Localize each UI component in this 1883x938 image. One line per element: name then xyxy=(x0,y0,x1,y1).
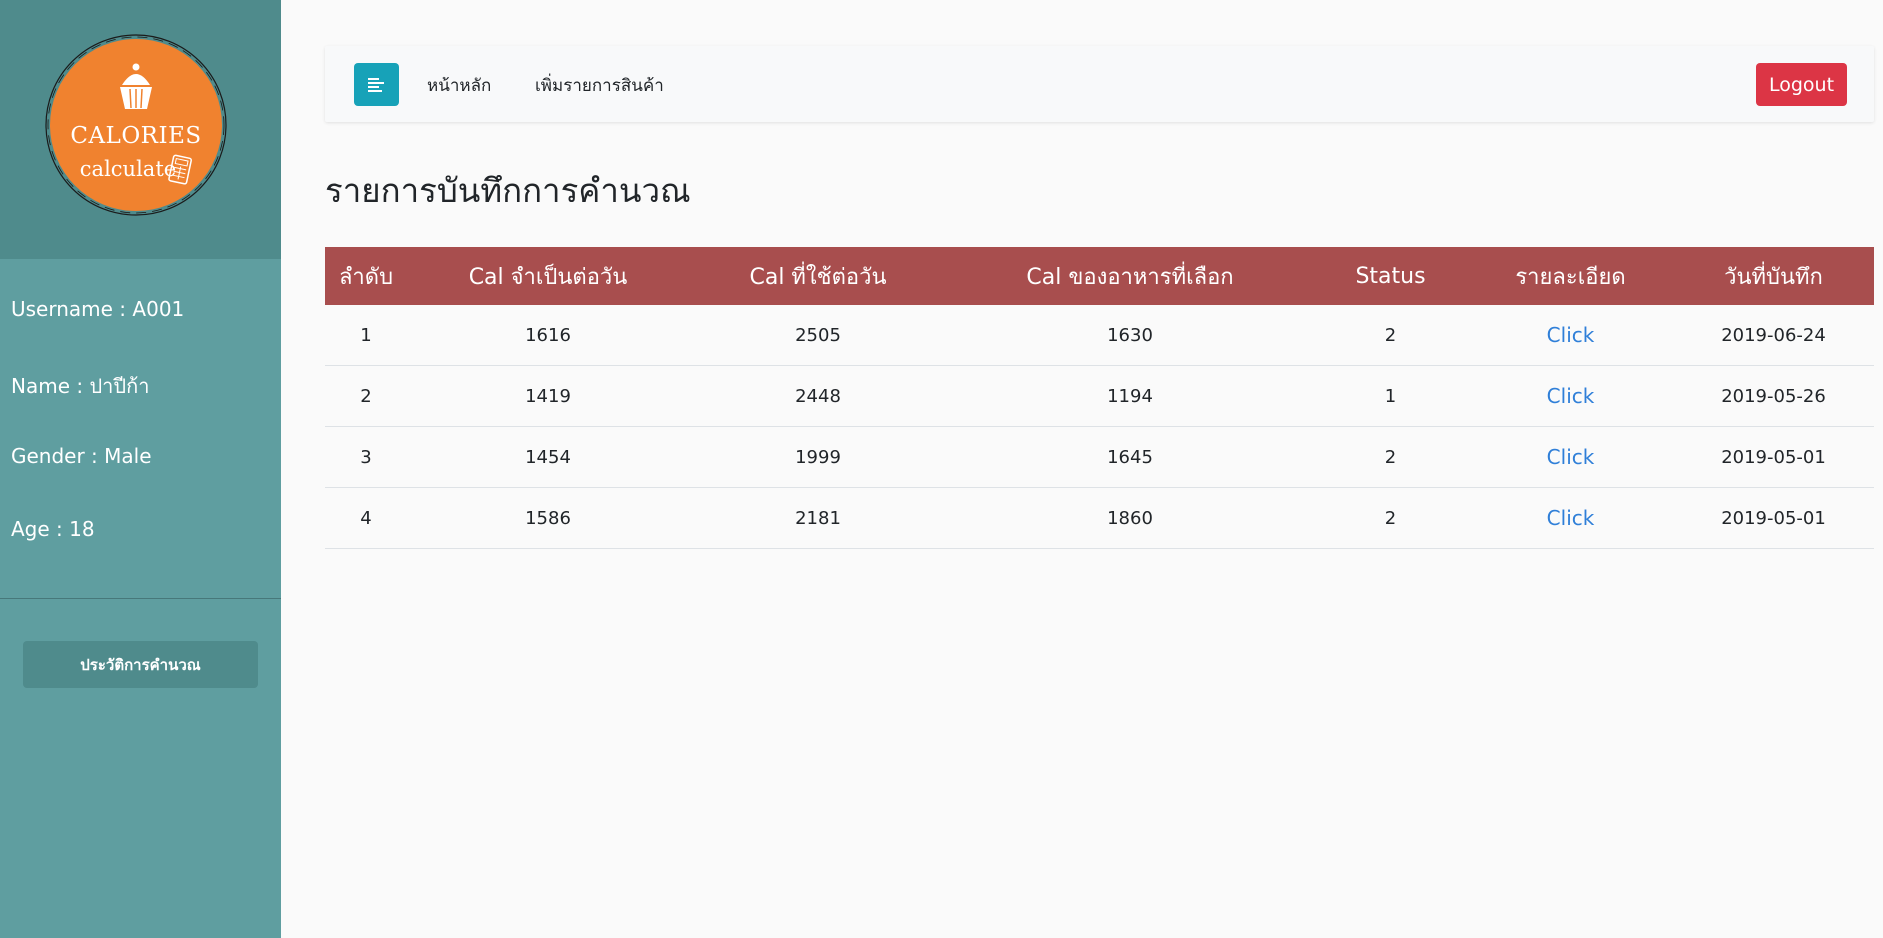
name-label: Name : xyxy=(11,374,90,398)
cell-cal-used: 2505 xyxy=(689,305,947,366)
history-button[interactable]: ประวัติการคำนวณ xyxy=(23,641,258,688)
cell-index: 2 xyxy=(325,365,407,427)
cell-cal-required: 1419 xyxy=(407,365,689,427)
header-cal-food: Cal ของอาหารที่เลือก xyxy=(1026,264,1234,290)
header-cal-required: Cal จำเป็นต่อวัน xyxy=(468,264,628,290)
cell-status: 2 xyxy=(1313,426,1468,488)
cell-cal-food: 1645 xyxy=(947,426,1313,488)
detail-link[interactable]: Click xyxy=(1468,365,1673,427)
cell-cal-food: 1860 xyxy=(947,487,1313,549)
nav-link-home[interactable]: หน้าหลัก xyxy=(427,72,491,99)
cell-cal-food: 1630 xyxy=(947,305,1313,366)
cell-cal-required: 1616 xyxy=(407,305,689,366)
cell-date: 2019-06-24 xyxy=(1673,305,1874,366)
username-label: Username : xyxy=(11,297,133,321)
cell-cal-used: 2448 xyxy=(689,365,947,427)
sidebar-header: CALORIES calculate xyxy=(0,0,281,259)
cell-status: 1 xyxy=(1313,365,1468,427)
align-left-icon xyxy=(367,77,384,92)
table-row: 3 1454 1999 1645 2 Click 2019-05-01 xyxy=(325,426,1874,488)
cell-status: 2 xyxy=(1313,487,1468,549)
table-row: 2 1419 2448 1194 1 Click 2019-05-26 xyxy=(325,365,1874,427)
cell-status: 2 xyxy=(1313,305,1468,366)
header-status: Status xyxy=(1355,263,1426,289)
age-label: Age : xyxy=(11,517,70,541)
name-line: Name : ปาปีก้า xyxy=(11,370,149,402)
gender-line: Gender : Male xyxy=(11,444,152,468)
nav-link-add-product[interactable]: เพิ่มรายการสินค้า xyxy=(535,72,664,99)
sidebar-toggle-button[interactable] xyxy=(354,63,399,106)
cell-date: 2019-05-01 xyxy=(1673,426,1874,488)
gender-value: Male xyxy=(104,444,152,468)
logo-line1: CALORIES xyxy=(70,123,201,149)
cell-cal-required: 1454 xyxy=(407,426,689,488)
table-row: 1 1616 2505 1630 2 Click 2019-06-24 xyxy=(325,305,1874,366)
age-value: 18 xyxy=(69,517,95,541)
table-row: 4 1586 2181 1860 2 Click 2019-05-01 xyxy=(325,487,1874,549)
name-value: ปาปีก้า xyxy=(89,374,150,398)
cell-cal-food: 1194 xyxy=(947,365,1313,427)
cell-index: 4 xyxy=(325,487,407,549)
calories-logo: CALORIES calculate xyxy=(45,34,227,216)
page-title: รายการบันทึกการคำนวณ xyxy=(325,171,691,210)
cell-date: 2019-05-26 xyxy=(1673,365,1874,427)
age-line: Age : 18 xyxy=(11,517,95,541)
gender-label: Gender : xyxy=(11,444,105,468)
header-cal-used: Cal ที่ใช้ต่อวัน xyxy=(749,264,887,290)
username-value: A001 xyxy=(132,297,185,321)
sidebar: CALORIES calculate Username : A001 Name … xyxy=(0,0,281,938)
records-table: ลำดับ Cal จำเป็นต่อวัน Cal ที่ใช้ต่อวัน … xyxy=(325,247,1874,549)
cell-index: 3 xyxy=(325,426,407,488)
top-navbar: หน้าหลัก เพิ่มรายการสินค้า Logout xyxy=(325,46,1874,122)
cell-cal-used: 1999 xyxy=(689,426,947,488)
detail-link[interactable]: Click xyxy=(1468,426,1673,488)
table-header-row: ลำดับ Cal จำเป็นต่อวัน Cal ที่ใช้ต่อวัน … xyxy=(325,247,1874,305)
logout-button[interactable]: Logout xyxy=(1756,63,1847,106)
cell-cal-required: 1586 xyxy=(407,487,689,549)
username-line: Username : A001 xyxy=(11,297,184,321)
detail-link[interactable]: Click xyxy=(1468,487,1673,549)
cell-cal-used: 2181 xyxy=(689,487,947,549)
sidebar-divider xyxy=(0,598,281,599)
cell-index: 1 xyxy=(325,305,407,366)
detail-link[interactable]: Click xyxy=(1468,305,1673,366)
header-detail: รายละเอียด xyxy=(1515,264,1626,290)
header-date: วันที่บันทึก xyxy=(1724,264,1823,290)
cell-date: 2019-05-01 xyxy=(1673,487,1874,549)
header-index: ลำดับ xyxy=(338,264,394,290)
logo-line2: calculate xyxy=(80,157,176,181)
